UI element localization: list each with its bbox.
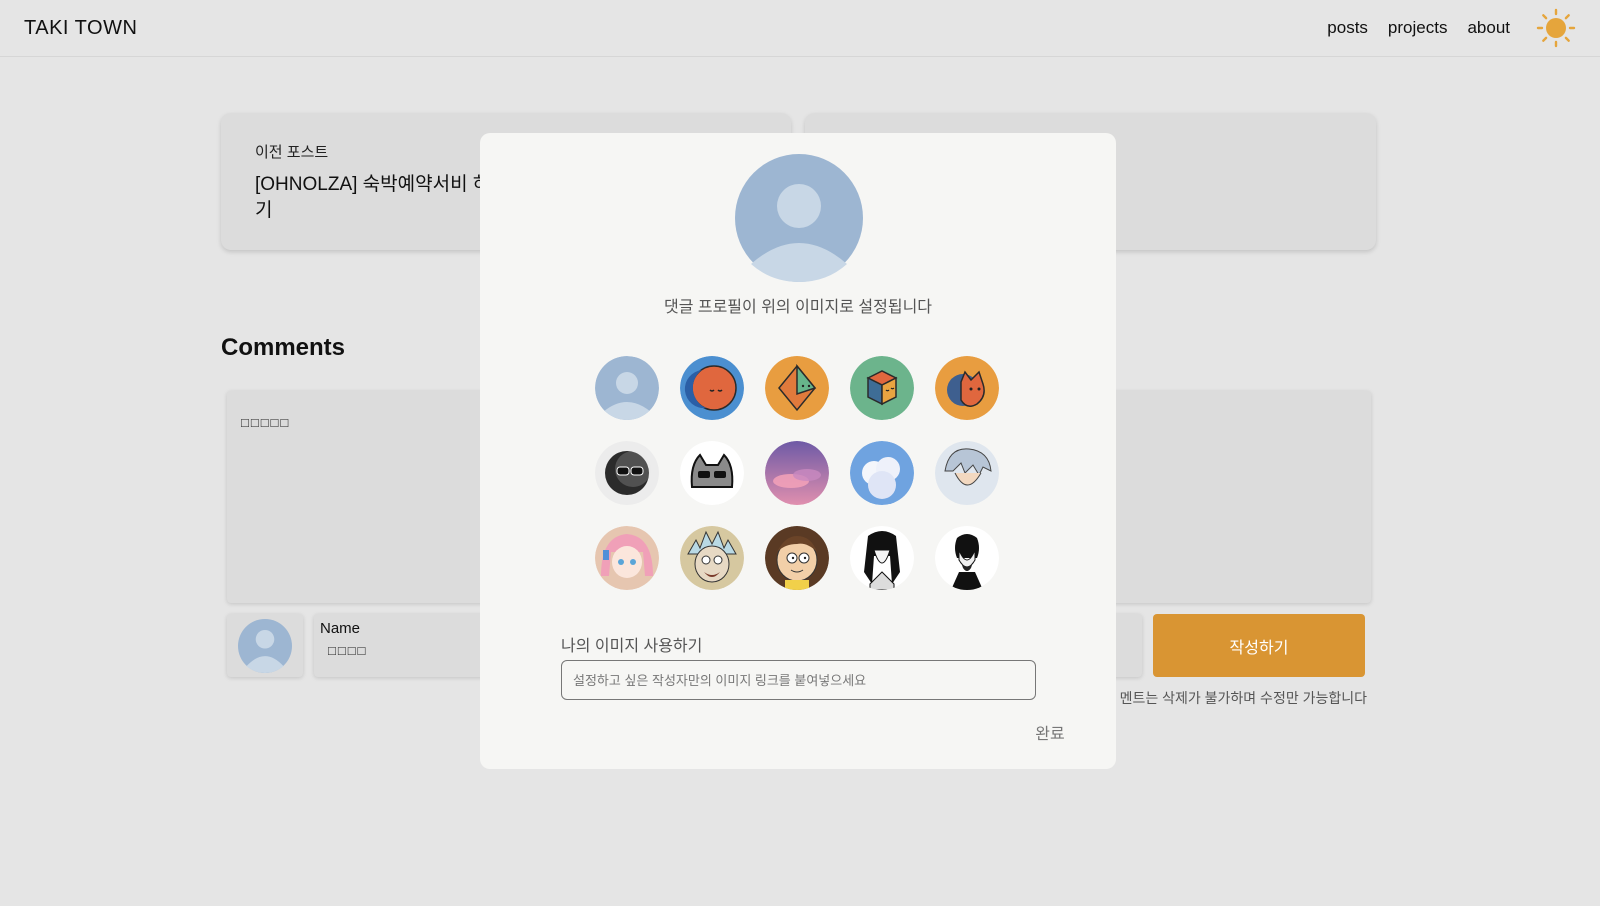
custom-image-url-input[interactable] <box>561 660 1036 700</box>
comments-heading: Comments <box>221 334 346 361</box>
custom-image-label: 나의 이미지 사용하기 <box>561 638 703 655</box>
nav-posts[interactable]: posts <box>1327 18 1368 38</box>
avatar-select-modal: 댓글 프로필이 위의 이미지로 설정됩니다 나의 이미지 사용하기 설정하고 싶… <box>480 133 1116 769</box>
anime-pink-hair-avatar[interactable] <box>595 526 659 590</box>
submit-comment-button[interactable]: 작성하기 <box>1153 614 1365 677</box>
orange-cat-avatar[interactable] <box>935 356 999 420</box>
morty-avatar[interactable] <box>765 526 829 590</box>
avatar <box>238 618 292 673</box>
default-person-avatar[interactable] <box>595 356 659 420</box>
main-nav: posts projects about <box>1327 8 1576 48</box>
modal-caption: 댓글 프로필이 위의 이미지로 설정됩니다 <box>663 299 933 316</box>
anime-silver-hair-avatar[interactable] <box>935 441 999 505</box>
nav-about[interactable]: about <box>1467 18 1510 38</box>
done-button[interactable]: 완료 <box>1025 719 1075 745</box>
manga-bearded-man-avatar[interactable] <box>935 526 999 590</box>
nav-projects[interactable]: projects <box>1388 18 1448 38</box>
avatar-grid <box>595 356 1001 590</box>
sunglasses-cat-avatar[interactable] <box>680 441 744 505</box>
sun-icon[interactable] <box>1536 8 1576 48</box>
sunglasses-moon-avatar[interactable] <box>595 441 659 505</box>
manga-long-hair-avatar[interactable] <box>850 526 914 590</box>
site-brand[interactable]: TAKI TOWN <box>24 17 137 40</box>
blue-clouds-avatar[interactable] <box>850 441 914 505</box>
orange-crystal-avatar[interactable] <box>765 356 829 420</box>
green-cube-avatar[interactable] <box>850 356 914 420</box>
purple-clouds-avatar[interactable] <box>765 441 829 505</box>
orange-moon-avatar[interactable] <box>680 356 744 420</box>
selected-avatar-preview <box>735 154 863 282</box>
rick-avatar[interactable] <box>680 526 744 590</box>
prev-post-title: [OHNOLZA] 숙박예약서비 하기 <box>255 174 491 221</box>
comment-avatar-button[interactable] <box>227 614 303 677</box>
top-header: TAKI TOWN posts projects about <box>0 0 1600 57</box>
